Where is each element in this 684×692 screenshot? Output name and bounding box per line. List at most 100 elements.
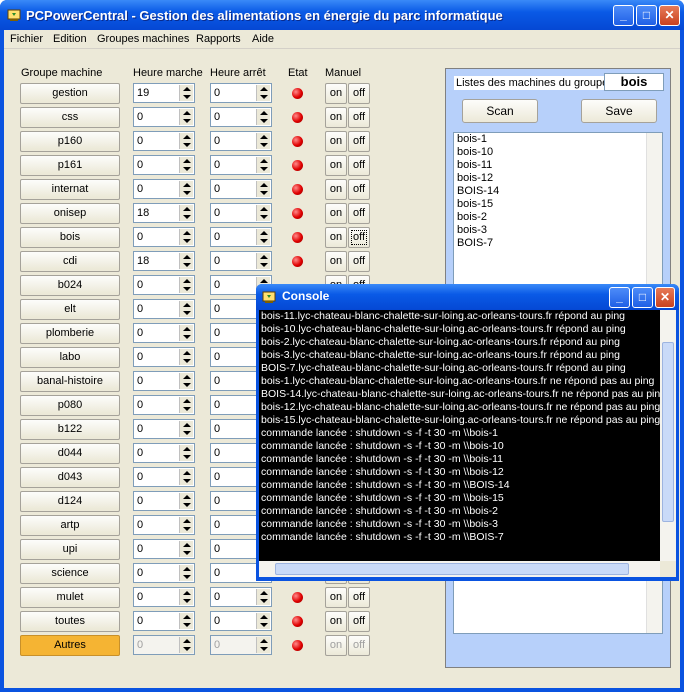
- spinner-arrows-icon[interactable]: [256, 205, 270, 221]
- group-button[interactable]: Autres: [20, 635, 120, 656]
- group-button[interactable]: p161: [20, 155, 120, 176]
- spinner-arrows-icon[interactable]: [256, 637, 270, 653]
- start-hour-spinner[interactable]: 0: [133, 299, 195, 319]
- start-hour-spinner[interactable]: 0: [133, 179, 195, 199]
- off-button[interactable]: off: [348, 131, 370, 152]
- group-button[interactable]: cdi: [20, 251, 120, 272]
- group-button[interactable]: elt: [20, 299, 120, 320]
- machine-list-item[interactable]: bois-2: [454, 211, 662, 224]
- start-hour-spinner[interactable]: 0: [133, 395, 195, 415]
- spinner-arrows-icon[interactable]: [179, 637, 193, 653]
- menu-groupes-machines[interactable]: Groupes machines: [97, 33, 189, 45]
- menu-edition[interactable]: Edition: [53, 33, 87, 45]
- off-button[interactable]: off: [348, 179, 370, 200]
- console-horizontal-scrollbar[interactable]: [259, 561, 660, 577]
- on-button[interactable]: on: [325, 131, 347, 152]
- group-button[interactable]: science: [20, 563, 120, 584]
- off-button[interactable]: off: [348, 203, 370, 224]
- spinner-arrows-icon[interactable]: [179, 421, 193, 437]
- off-button[interactable]: off: [348, 83, 370, 104]
- start-hour-spinner[interactable]: 0: [133, 347, 195, 367]
- group-button[interactable]: upi: [20, 539, 120, 560]
- group-button[interactable]: bois: [20, 227, 120, 248]
- machine-list-item[interactable]: bois-11: [454, 159, 662, 172]
- maximize-button[interactable]: □: [636, 5, 657, 26]
- group-button[interactable]: mulet: [20, 587, 120, 608]
- spinner-arrows-icon[interactable]: [179, 85, 193, 101]
- start-hour-spinner[interactable]: 19: [133, 83, 195, 103]
- group-button[interactable]: gestion: [20, 83, 120, 104]
- group-button[interactable]: d044: [20, 443, 120, 464]
- on-button[interactable]: on: [325, 83, 347, 104]
- off-button[interactable]: off: [348, 635, 370, 656]
- start-hour-spinner[interactable]: 0: [133, 275, 195, 295]
- stop-hour-spinner[interactable]: 0: [210, 83, 272, 103]
- off-button[interactable]: off: [348, 155, 370, 176]
- group-button[interactable]: artp: [20, 515, 120, 536]
- start-hour-spinner[interactable]: 0: [133, 587, 195, 607]
- start-hour-spinner[interactable]: 0: [133, 371, 195, 391]
- stop-hour-spinner[interactable]: 0: [210, 611, 272, 631]
- stop-hour-spinner[interactable]: 0: [210, 203, 272, 223]
- group-button[interactable]: b122: [20, 419, 120, 440]
- spinner-arrows-icon[interactable]: [256, 85, 270, 101]
- on-button[interactable]: on: [325, 155, 347, 176]
- start-hour-spinner[interactable]: 18: [133, 251, 195, 271]
- start-hour-spinner[interactable]: 0: [133, 563, 195, 583]
- spinner-arrows-icon[interactable]: [256, 109, 270, 125]
- start-hour-spinner[interactable]: 0: [133, 491, 195, 511]
- spinner-arrows-icon[interactable]: [179, 613, 193, 629]
- spinner-arrows-icon[interactable]: [256, 589, 270, 605]
- stop-hour-spinner[interactable]: 0: [210, 179, 272, 199]
- machine-list-item[interactable]: bois-1: [454, 133, 662, 146]
- selected-group-field[interactable]: bois: [604, 73, 664, 91]
- group-button[interactable]: banal-histoire: [20, 371, 120, 392]
- start-hour-spinner[interactable]: 0: [133, 443, 195, 463]
- stop-hour-spinner[interactable]: 0: [210, 155, 272, 175]
- group-button[interactable]: b024: [20, 275, 120, 296]
- spinner-arrows-icon[interactable]: [179, 253, 193, 269]
- spinner-arrows-icon[interactable]: [179, 493, 193, 509]
- spinner-arrows-icon[interactable]: [256, 157, 270, 173]
- menu-rapports[interactable]: Rapports: [196, 33, 241, 45]
- off-button[interactable]: off: [348, 587, 370, 608]
- scan-button[interactable]: Scan: [462, 99, 538, 123]
- on-button[interactable]: on: [325, 611, 347, 632]
- spinner-arrows-icon[interactable]: [179, 541, 193, 557]
- close-button[interactable]: ✕: [659, 5, 680, 26]
- on-button[interactable]: on: [325, 107, 347, 128]
- spinner-arrows-icon[interactable]: [179, 205, 193, 221]
- console-close-button[interactable]: ✕: [655, 287, 675, 308]
- spinner-arrows-icon[interactable]: [179, 181, 193, 197]
- machine-list-item[interactable]: BOIS-7: [454, 237, 662, 250]
- group-button[interactable]: toutes: [20, 611, 120, 632]
- spinner-arrows-icon[interactable]: [179, 565, 193, 581]
- spinner-arrows-icon[interactable]: [179, 157, 193, 173]
- stop-hour-spinner[interactable]: 0: [210, 251, 272, 271]
- group-button[interactable]: plomberie: [20, 323, 120, 344]
- spinner-arrows-icon[interactable]: [179, 517, 193, 533]
- console-horizontal-thumb[interactable]: [275, 563, 629, 575]
- start-hour-spinner[interactable]: 0: [133, 227, 195, 247]
- off-button[interactable]: off: [348, 251, 370, 272]
- console-minimize-button[interactable]: _: [609, 287, 630, 308]
- group-button[interactable]: d124: [20, 491, 120, 512]
- save-button[interactable]: Save: [581, 99, 657, 123]
- start-hour-spinner[interactable]: 0: [133, 131, 195, 151]
- minimize-button[interactable]: _: [613, 5, 634, 26]
- machine-list-item[interactable]: bois-10: [454, 146, 662, 159]
- title-bar[interactable]: PCPowerCentral - Gestion des alimentatio…: [0, 0, 684, 30]
- off-button[interactable]: off: [348, 227, 370, 248]
- stop-hour-spinner[interactable]: 0: [210, 635, 272, 655]
- stop-hour-spinner[interactable]: 0: [210, 587, 272, 607]
- spinner-arrows-icon[interactable]: [179, 325, 193, 341]
- group-button[interactable]: css: [20, 107, 120, 128]
- off-button[interactable]: off: [348, 611, 370, 632]
- group-button[interactable]: p080: [20, 395, 120, 416]
- spinner-arrows-icon[interactable]: [256, 253, 270, 269]
- group-button[interactable]: d043: [20, 467, 120, 488]
- group-button[interactable]: internat: [20, 179, 120, 200]
- group-button[interactable]: p160: [20, 131, 120, 152]
- spinner-arrows-icon[interactable]: [256, 613, 270, 629]
- console-vertical-scrollbar[interactable]: [660, 310, 676, 561]
